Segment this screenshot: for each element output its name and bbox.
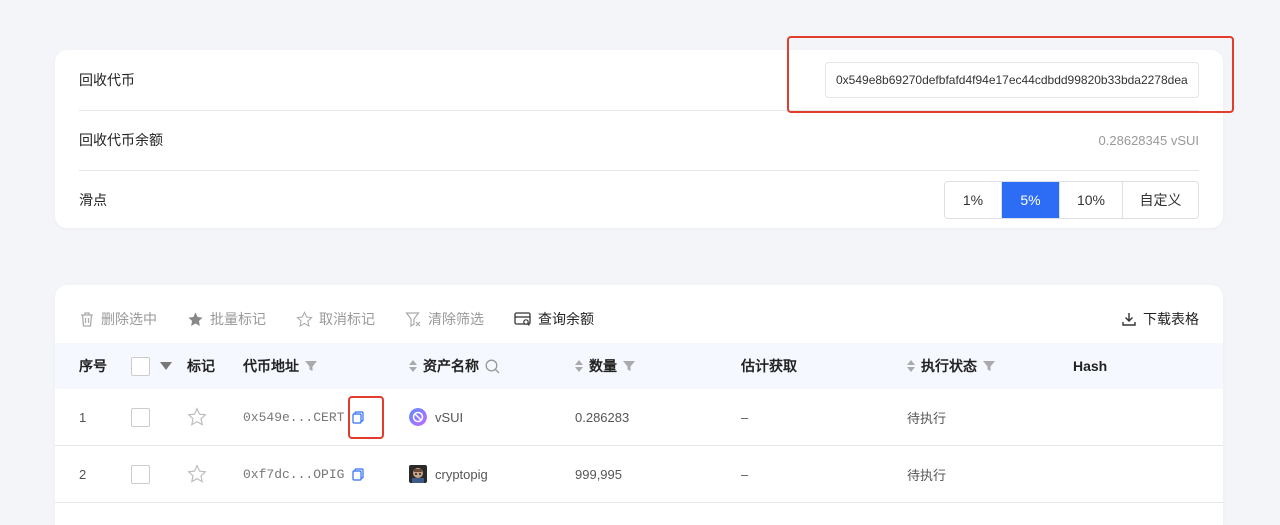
row-quantity: 0.286283 bbox=[575, 409, 630, 425]
star-filled-icon bbox=[188, 311, 203, 326]
row-token-address: 0xf7dc...OPIG bbox=[243, 446, 365, 502]
trash-icon bbox=[81, 311, 93, 327]
row-checkbox[interactable] bbox=[131, 407, 150, 427]
header-token-address: 代币地址 bbox=[243, 343, 317, 389]
table-toolbar: 删除选中 批量标记 取消标记 清除筛选 查询余额 下载表格 bbox=[79, 299, 1199, 339]
header-quantity: 数量 bbox=[575, 343, 635, 389]
filter-icon[interactable] bbox=[305, 360, 317, 372]
star-outline-icon bbox=[296, 310, 313, 327]
row-checkbox[interactable] bbox=[131, 464, 150, 484]
table-row: 2 0xf7dc...OPIG cryptopig 999,995 – 待执行 bbox=[55, 446, 1223, 503]
header-asset-name-label: 资产名称 bbox=[423, 358, 479, 374]
clear-filter-icon bbox=[405, 311, 421, 327]
row-index: 1 bbox=[79, 409, 87, 425]
star-outline-icon[interactable] bbox=[187, 464, 207, 484]
recycle-token-label: 回收代币 bbox=[79, 72, 135, 88]
asset-name-text: cryptopig bbox=[435, 466, 488, 482]
vsui-token-icon bbox=[409, 408, 427, 426]
download-table-button[interactable]: 下载表格 bbox=[1121, 309, 1199, 329]
filter-icon[interactable] bbox=[983, 360, 995, 372]
header-hash: Hash bbox=[1073, 358, 1108, 374]
recycle-balance-label: 回收代币余额 bbox=[79, 132, 163, 148]
token-table-card: 删除选中 批量标记 取消标记 清除筛选 查询余额 下载表格 序号 标记 代币地址… bbox=[55, 285, 1223, 525]
cancel-mark-label: 取消标记 bbox=[319, 311, 375, 327]
sort-icon[interactable] bbox=[409, 360, 417, 372]
recycle-token-input[interactable] bbox=[825, 62, 1199, 98]
search-icon[interactable] bbox=[485, 359, 500, 374]
filter-icon[interactable] bbox=[623, 360, 635, 372]
header-token-address-label: 代币地址 bbox=[243, 358, 299, 374]
recycle-balance-row: 回收代币余额 0.28628345 vSUI bbox=[79, 110, 1199, 171]
header-asset-name: 资产名称 bbox=[409, 343, 500, 389]
row-asset: vSUI bbox=[409, 389, 463, 445]
row-status: 待执行 bbox=[907, 410, 947, 426]
row-asset: cryptopig bbox=[409, 446, 488, 502]
header-select bbox=[131, 343, 172, 389]
swap-settings-card: 回收代币 回收代币余额 0.28628345 vSUI 滑点 1% 5% 10%… bbox=[55, 50, 1223, 228]
copy-icon[interactable] bbox=[352, 410, 365, 424]
cancel-mark-button[interactable]: 取消标记 bbox=[296, 309, 375, 329]
slippage-option-10[interactable]: 10% bbox=[1060, 182, 1123, 218]
row-quantity: 999,995 bbox=[575, 466, 622, 482]
cryptopig-token-icon bbox=[409, 465, 427, 483]
query-balance-icon bbox=[514, 312, 531, 326]
slippage-option-custom[interactable]: 自定义 bbox=[1123, 182, 1198, 218]
token-address-text: 0xf7dc...OPIG bbox=[243, 466, 345, 482]
row-estimated: – bbox=[741, 466, 749, 482]
caret-down-icon[interactable] bbox=[160, 362, 172, 370]
slippage-option-5[interactable]: 5% bbox=[1002, 182, 1060, 218]
recycle-token-row: 回收代币 bbox=[79, 50, 1199, 111]
query-balance-label: 查询余额 bbox=[538, 311, 594, 327]
query-balance-button[interactable]: 查询余额 bbox=[514, 309, 594, 329]
slippage-row: 滑点 1% 5% 10% 自定义 bbox=[79, 170, 1199, 230]
slippage-label: 滑点 bbox=[79, 192, 107, 208]
header-quantity-label: 数量 bbox=[589, 358, 617, 374]
slippage-option-1[interactable]: 1% bbox=[945, 182, 1002, 218]
header-estimated: 估计获取 bbox=[741, 358, 797, 374]
row-status: 待执行 bbox=[907, 467, 947, 483]
sort-icon[interactable] bbox=[575, 360, 583, 372]
row-mark bbox=[187, 446, 207, 502]
batch-mark-label: 批量标记 bbox=[210, 311, 266, 327]
select-all-checkbox[interactable] bbox=[131, 356, 150, 376]
row-select bbox=[131, 446, 150, 502]
delete-selected-label: 删除选中 bbox=[101, 311, 157, 327]
token-address-text: 0x549e...CERT bbox=[243, 409, 345, 425]
row-index: 2 bbox=[79, 466, 87, 482]
header-status-label: 执行状态 bbox=[921, 358, 977, 374]
clear-filter-button[interactable]: 清除筛选 bbox=[405, 309, 484, 329]
delete-selected-button[interactable]: 删除选中 bbox=[79, 309, 157, 329]
table-header: 序号 标记 代币地址 资产名称 数量 估计获取 执行状态 Hash bbox=[55, 343, 1223, 389]
row-select bbox=[131, 389, 150, 445]
table-row: 1 0x549e...CERT vSUI 0.286283 – 待执行 bbox=[55, 389, 1223, 446]
download-icon bbox=[1122, 313, 1136, 326]
header-status: 执行状态 bbox=[907, 343, 995, 389]
recycle-balance-value: 0.28628345 vSUI bbox=[1098, 132, 1199, 148]
row-mark bbox=[187, 389, 207, 445]
batch-mark-button[interactable]: 批量标记 bbox=[187, 309, 266, 329]
header-index: 序号 bbox=[79, 358, 107, 374]
row-token-address: 0x549e...CERT bbox=[243, 389, 365, 445]
slippage-selector: 1% 5% 10% 自定义 bbox=[944, 181, 1199, 219]
asset-name-text: vSUI bbox=[435, 409, 464, 425]
download-table-label: 下载表格 bbox=[1143, 311, 1199, 327]
copy-icon[interactable] bbox=[352, 467, 365, 481]
star-outline-icon[interactable] bbox=[187, 407, 207, 427]
sort-icon[interactable] bbox=[907, 360, 915, 372]
clear-filter-label: 清除筛选 bbox=[428, 311, 484, 327]
header-mark: 标记 bbox=[187, 358, 215, 374]
row-estimated: – bbox=[741, 409, 749, 425]
